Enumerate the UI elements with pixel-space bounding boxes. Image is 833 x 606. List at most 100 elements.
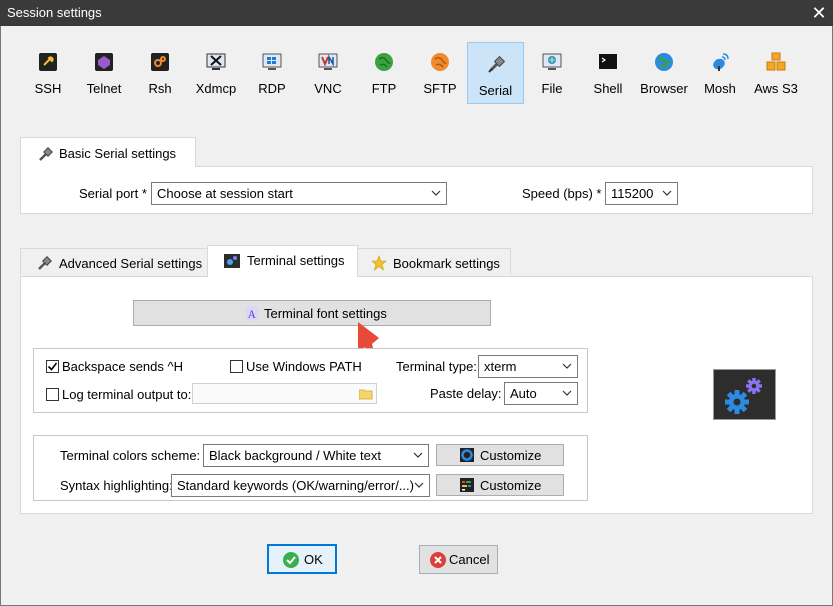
chevron-down-icon: [662, 190, 672, 196]
tab-label: Bookmark settings: [393, 256, 500, 271]
serial-icon: [488, 55, 506, 73]
tab-label: Advanced Serial settings: [59, 256, 203, 271]
window-title: Session settings: [7, 5, 102, 20]
session-type-label: Browser: [640, 81, 688, 96]
terminal-font-settings-button[interactable]: A Terminal font settings: [133, 300, 491, 326]
title-bar: Session settings ✕: [0, 0, 833, 26]
session-settings-dialog: SSH Telnet Rsh Xdmcp RDP VNC FTP SFTP Se…: [0, 26, 833, 606]
session-type-label: File: [541, 81, 563, 96]
session-type-label: Serial: [478, 83, 513, 98]
browser-icon: [655, 53, 673, 71]
customize-colors-button[interactable]: Customize: [436, 444, 564, 466]
session-type-label: SSH: [34, 81, 62, 96]
tab-label: Basic Serial settings: [59, 146, 177, 161]
terminal-type-value: xterm: [484, 359, 517, 374]
session-type-rdp[interactable]: RDP: [244, 42, 300, 104]
speed-value: 115200: [611, 186, 654, 201]
use-windows-path-label: Use Windows PATH: [246, 359, 362, 374]
syntax-colors-icon: [460, 478, 474, 492]
session-type-browser[interactable]: Browser: [636, 42, 692, 104]
serial-port-value: Choose at session start: [157, 186, 293, 201]
tab-advanced-serial-settings[interactable]: Advanced Serial settings: [20, 248, 209, 275]
tab-basic-serial-settings[interactable]: Basic Serial settings: [20, 137, 196, 167]
terminal-type-select[interactable]: xterm: [478, 355, 578, 378]
chevron-down-icon: [413, 452, 423, 458]
customize-label: Customize: [480, 448, 542, 463]
session-type-label: VNC: [314, 81, 342, 96]
svg-text:A: A: [248, 309, 256, 321]
colors-scheme-select[interactable]: Black background / White text: [203, 444, 429, 467]
session-type-label: Mosh: [704, 81, 736, 96]
session-type-label: Aws S3: [754, 81, 798, 96]
cancel-button[interactable]: Cancel: [419, 545, 498, 574]
session-type-label: Rsh: [148, 81, 172, 96]
use-windows-path-checkbox[interactable]: [230, 360, 243, 373]
log-output-label: Log terminal output to:: [62, 387, 192, 402]
vnc-icon: [318, 53, 338, 70]
syntax-highlighting-label: Syntax highlighting:: [60, 478, 173, 493]
tab-terminal-settings[interactable]: Terminal settings: [207, 245, 358, 277]
file-icon: [542, 53, 562, 70]
serial-icon: [38, 256, 52, 270]
serial-port-select[interactable]: Choose at session start: [151, 182, 447, 205]
syntax-highlighting-value: Standard keywords (OK/warning/error/...): [177, 478, 414, 493]
ok-check-icon: [283, 552, 299, 568]
log-output-path-field[interactable]: [192, 383, 377, 404]
rdp-icon: [262, 53, 282, 70]
rsh-icon: [151, 53, 169, 71]
cancel-x-icon: [430, 552, 446, 568]
session-type-serial[interactable]: Serial: [467, 42, 524, 104]
serial-icon: [39, 147, 53, 161]
ok-label: OK: [304, 552, 323, 567]
font-icon: A: [246, 306, 258, 321]
session-type-label: Shell: [593, 81, 623, 96]
cancel-label: Cancel: [449, 552, 490, 567]
session-type-rsh[interactable]: Rsh: [132, 42, 188, 104]
aws-s3-icon: [766, 52, 786, 71]
session-type-ftp[interactable]: FTP: [356, 42, 412, 104]
tab-bookmark-settings[interactable]: Bookmark settings: [357, 248, 511, 275]
terminal-settings-image: [713, 369, 776, 420]
session-type-shell[interactable]: Shell: [580, 42, 636, 104]
paste-delay-select[interactable]: Auto: [504, 382, 578, 405]
speed-select[interactable]: 115200: [605, 182, 678, 205]
session-type-label: FTP: [371, 81, 397, 96]
colors-scheme-label: Terminal colors scheme:: [60, 448, 201, 463]
backspace-sends-checkbox[interactable]: [46, 360, 59, 373]
palette-icon: [460, 448, 474, 462]
chevron-down-icon: [431, 190, 441, 196]
session-type-label: RDP: [258, 81, 286, 96]
session-type-telnet[interactable]: Telnet: [76, 42, 132, 104]
session-type-label: Xdmcp: [195, 81, 237, 96]
gears-icon: [725, 378, 762, 414]
customize-label: Customize: [480, 478, 542, 493]
session-type-xdmcp[interactable]: Xdmcp: [188, 42, 244, 104]
chevron-down-icon: [414, 482, 424, 488]
sftp-icon: [431, 53, 449, 71]
customize-syntax-button[interactable]: Customize: [436, 474, 564, 496]
session-type-label: Telnet: [86, 81, 122, 96]
check-icon: [47, 362, 58, 371]
ok-button[interactable]: OK: [267, 544, 337, 574]
shell-icon: [599, 54, 617, 69]
mosh-icon: [713, 53, 729, 71]
session-type-ssh[interactable]: SSH: [20, 42, 76, 104]
ftp-icon: [375, 53, 393, 71]
paste-delay-label: Paste delay:: [430, 386, 502, 401]
xdmcp-icon: [206, 53, 226, 70]
session-type-mosh[interactable]: Mosh: [692, 42, 748, 104]
session-type-file[interactable]: File: [524, 42, 580, 104]
session-type-aws-s3[interactable]: Aws S3: [748, 42, 804, 104]
terminal-type-label: Terminal type:: [396, 359, 477, 374]
folder-icon[interactable]: [359, 388, 373, 400]
syntax-highlighting-select[interactable]: Standard keywords (OK/warning/error/...): [171, 474, 430, 497]
tab-label: Terminal settings: [247, 253, 345, 268]
session-type-sftp[interactable]: SFTP: [412, 42, 468, 104]
speed-label: Speed (bps) *: [522, 186, 602, 201]
session-type-vnc[interactable]: VNC: [300, 42, 356, 104]
close-window-button[interactable]: ✕: [805, 0, 833, 26]
chevron-down-icon: [562, 363, 572, 369]
log-output-checkbox[interactable]: [46, 388, 59, 401]
paste-delay-value: Auto: [510, 386, 537, 401]
ssh-icon: [39, 53, 57, 71]
